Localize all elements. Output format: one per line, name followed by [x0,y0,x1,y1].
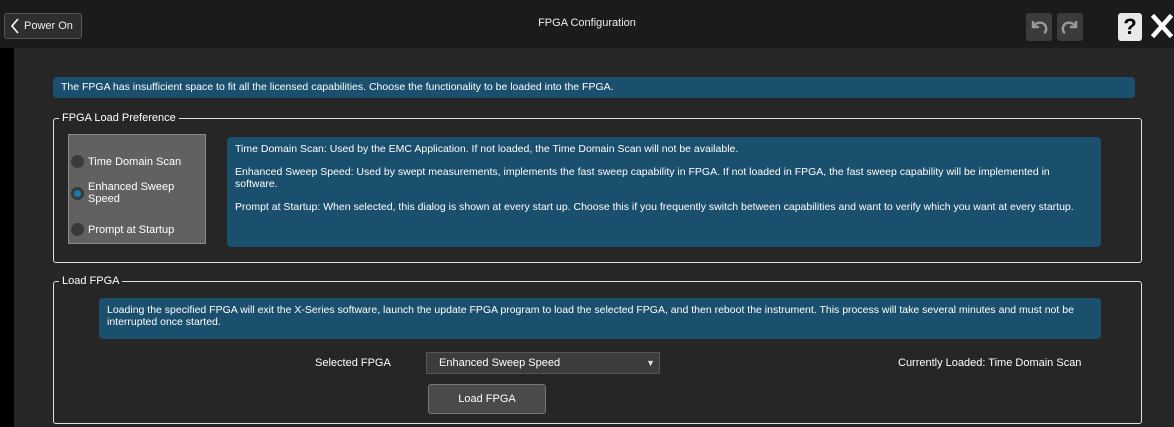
dropdown-caret-icon: ▼ [646,358,655,368]
help-button[interactable]: ? [1118,13,1142,41]
group-title-load: Load FPGA [59,275,123,287]
radio-button-icon[interactable] [71,223,84,236]
fpga-load-preference-group: FPGA Load Preference Time Domain Scan En… [53,112,1142,263]
radio-option-enhanced-sweep-speed[interactable]: Enhanced Sweep Speed [71,181,199,205]
redo-icon [1060,17,1080,38]
load-fpga-group: Load FPGA Loading the specified FPGA wil… [53,275,1142,424]
page-title: FPGA Configuration [538,17,636,29]
selected-fpga-label: Selected FPGA [315,357,391,369]
radio-button-icon[interactable] [71,155,84,168]
dialog-content: The FPGA has insufficient space to fit a… [14,48,1174,427]
close-icon [1150,13,1174,41]
preference-description-panel: Time Domain Scan: Used by the EMC Applic… [227,137,1101,247]
help-icon: ? [1123,14,1137,39]
title-bar: Power On FPGA Configuration ? [0,0,1174,48]
description-time-domain-scan: Time Domain Scan: Used by the EMC Applic… [235,143,739,155]
radio-label: Enhanced Sweep Speed [88,181,175,205]
radio-label: Time Domain Scan [88,155,182,168]
load-description-panel: Loading the specified FPGA will exit the… [99,298,1101,339]
close-button[interactable] [1150,13,1174,41]
description-prompt-at-startup: Prompt at Startup: When selected, this d… [235,201,1074,213]
load-fpga-button[interactable]: Load FPGA [428,384,546,414]
undo-icon [1029,17,1049,38]
group-title-preference: FPGA Load Preference [59,112,179,124]
info-banner: The FPGA has insufficient space to fit a… [53,77,1135,98]
selected-fpga-value: Enhanced Sweep Speed [439,357,561,369]
undo-button[interactable] [1026,13,1052,41]
radio-option-prompt-at-startup[interactable]: Prompt at Startup [71,223,174,236]
radio-label: Prompt at Startup [88,223,175,236]
radio-option-time-domain-scan[interactable]: Time Domain Scan [71,155,181,168]
currently-loaded-status: Currently Loaded: Time Domain Scan [898,357,1082,369]
preference-radio-panel: Time Domain Scan Enhanced Sweep Speed Pr… [68,134,206,244]
selected-fpga-dropdown[interactable]: Enhanced Sweep Speed ▼ [426,352,660,374]
redo-button[interactable] [1057,13,1083,41]
radio-button-selected-icon[interactable] [71,186,84,200]
description-enhanced-sweep-speed: Enhanced Sweep Speed: Used by swept meas… [235,166,1050,190]
